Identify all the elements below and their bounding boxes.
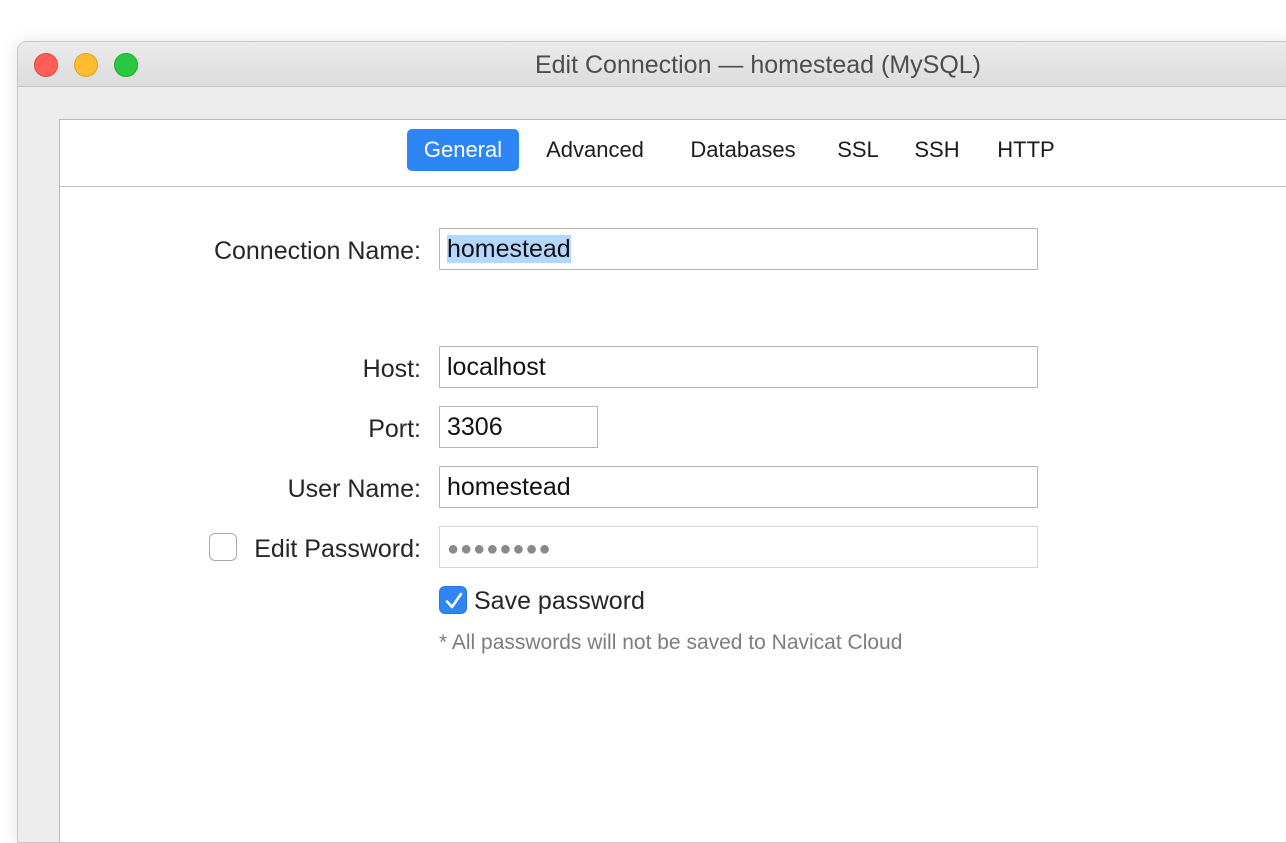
port-value: 3306 xyxy=(447,413,503,441)
connection-name-value: homestead xyxy=(447,235,571,263)
host-input[interactable]: localhost xyxy=(439,346,1038,388)
port-input[interactable]: 3306 xyxy=(439,406,598,448)
close-button[interactable] xyxy=(34,53,58,77)
tab-databases[interactable]: Databases xyxy=(678,129,808,171)
tab-bar: General Advanced Databases SSL SSH HTTP xyxy=(60,120,1286,187)
cloud-note: * All passwords will not be saved to Nav… xyxy=(439,631,903,654)
host-value: localhost xyxy=(447,353,546,381)
zoom-button[interactable] xyxy=(114,53,138,77)
connection-panel: General Advanced Databases SSL SSH HTTP … xyxy=(59,119,1286,842)
connection-name-input[interactable]: homestead xyxy=(439,228,1038,270)
title-bar: Edit Connection — homestead (MySQL) xyxy=(18,42,1286,87)
desktop: Edit Connection — homestead (MySQL) Gene… xyxy=(0,0,1286,843)
checkmark-icon xyxy=(445,592,463,609)
edit-password-checkbox[interactable] xyxy=(209,533,237,561)
connection-name-label: Connection Name: xyxy=(213,237,421,265)
tab-http[interactable]: HTTP xyxy=(989,129,1063,171)
save-password-checkbox[interactable] xyxy=(439,586,467,614)
tab-ssl[interactable]: SSL xyxy=(830,129,886,171)
host-label: Host: xyxy=(362,355,421,383)
user-name-input[interactable]: homestead xyxy=(439,466,1038,508)
user-name-label: User Name: xyxy=(287,475,421,503)
save-password-label: Save password xyxy=(474,587,645,615)
password-input[interactable]: ●●●●●●●● xyxy=(439,526,1038,568)
edit-connection-window: Edit Connection — homestead (MySQL) Gene… xyxy=(17,41,1286,843)
port-label: Port: xyxy=(368,415,421,443)
tab-ssh[interactable]: SSH xyxy=(908,129,966,171)
tab-advanced[interactable]: Advanced xyxy=(534,129,656,171)
tab-general[interactable]: General xyxy=(407,129,519,171)
edit-password-label: Edit Password: xyxy=(254,535,421,563)
minimize-button[interactable] xyxy=(74,53,98,77)
user-name-value: homestead xyxy=(447,473,571,501)
window-title: Edit Connection — homestead (MySQL) xyxy=(534,51,982,79)
password-value: ●●●●●●●● xyxy=(447,538,552,560)
